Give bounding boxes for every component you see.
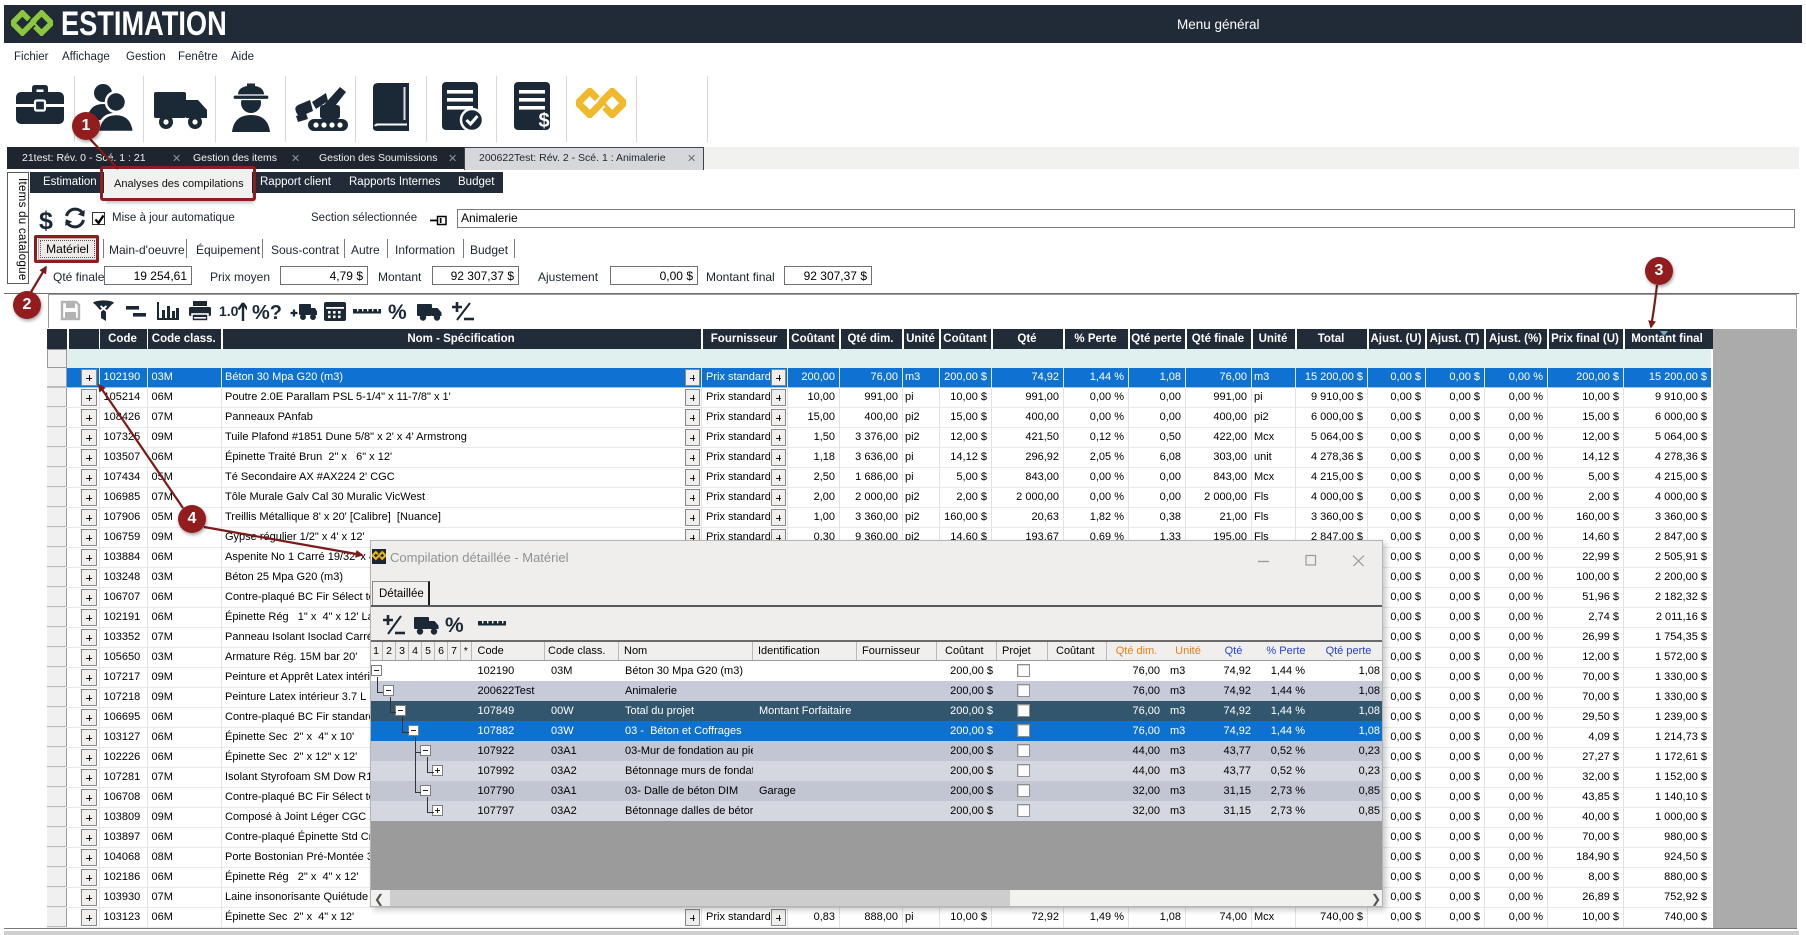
svg-text:%: % (388, 301, 407, 323)
svg-text:%?: %? (252, 302, 281, 323)
svg-text:$: $ (538, 110, 549, 132)
svg-text:1.0: 1.0 (219, 303, 239, 319)
svg-text:%: % (445, 614, 464, 636)
